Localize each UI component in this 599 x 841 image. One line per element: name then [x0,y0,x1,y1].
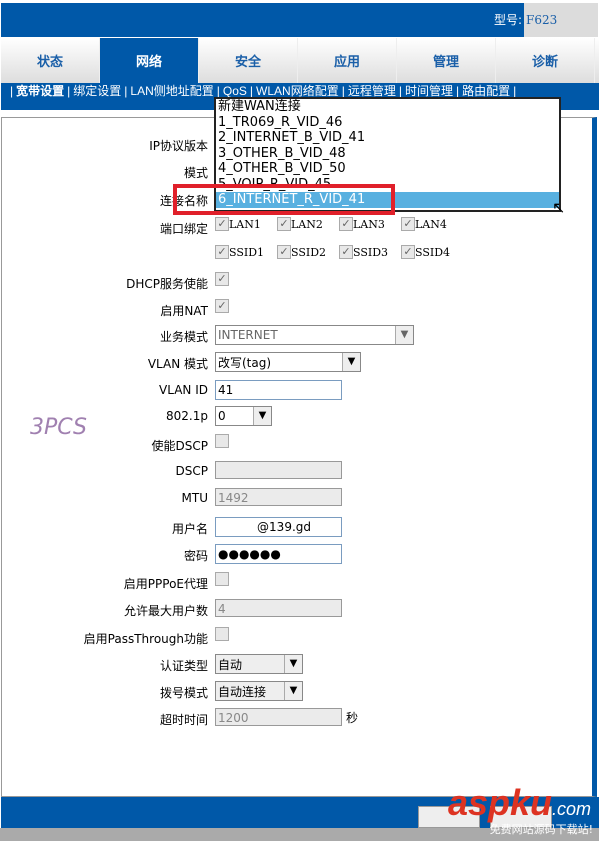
subnav-remote[interactable]: 远程管理 [348,84,396,98]
dhcp-checkbox[interactable]: ✓ [215,272,229,286]
subnav-broadband[interactable]: 宽带设置 [16,84,64,98]
dscp-label: DSCP [175,464,208,478]
lan2-checkbox[interactable]: ✓ LAN2 [277,217,335,231]
timeout-unit: 秒 [346,710,359,725]
max-users-label: 允许最大用户数 [123,604,208,618]
chevron-down-icon: ▼ [284,682,302,700]
tab-application[interactable]: 应用 [298,38,397,83]
watermark-slogan: 免费网站源码下载站! [489,823,593,836]
chevron-down-icon: ▼ [253,407,271,425]
tab-diagnosis[interactable]: 诊断 [496,38,595,83]
dropdown-option[interactable]: 新建WAN连接 [216,99,559,115]
auth-type-label: 认证类型 [159,659,208,673]
dropdown-option[interactable]: 1_TR069_R_VID_46 [216,115,559,131]
dial-mode-select[interactable]: 自动连接 ▼ [215,681,303,701]
tab-security[interactable]: 安全 [199,38,298,83]
8021p-label: 802.1p [166,409,208,423]
pppoe-proxy-label: 启用PPPoE代理 [123,577,208,591]
subnav-route[interactable]: 路由配置 [462,84,510,98]
nat-label: 启用NAT [160,304,208,318]
pppoe-proxy-checkbox[interactable] [215,572,229,586]
dscp-input[interactable] [215,461,342,479]
auth-type-select[interactable]: 自动 ▼ [215,654,303,674]
lan3-checkbox[interactable]: ✓ LAN3 [339,217,397,231]
mode-label: 模式 [183,166,208,180]
vlan-mode-label: VLAN 模式 [147,357,208,371]
chevron-down-icon: ▼ [395,326,413,344]
main-tabs: 状态 网络 安全 应用 管理 诊断 [1,38,599,83]
dhcp-label: DHCP服务使能 [126,277,208,291]
dropdown-option[interactable]: 2_INTERNET_B_VID_41 [216,130,559,146]
password-label: 密码 [183,549,208,563]
dial-mode-label: 拨号模式 [159,686,208,700]
port-bind-label: 端口绑定 [159,222,208,236]
tab-status[interactable]: 状态 [1,38,100,83]
tab-management[interactable]: 管理 [397,38,496,83]
dscp-enable-checkbox[interactable] [215,434,229,448]
subnav-time[interactable]: 时间管理 [405,84,453,98]
mtu-label: MTU [181,491,208,505]
timeout-input[interactable]: 1200 [215,708,342,726]
tab-network[interactable]: 网络 [100,38,199,83]
lan1-checkbox[interactable]: ✓ LAN1 [215,217,273,231]
vlan-id-label: VLAN ID [159,383,208,397]
nat-checkbox[interactable]: ✓ [215,299,229,313]
mouse-cursor-icon: ↖ [552,198,566,217]
ssid4-checkbox[interactable]: ✓ SSID4 [401,245,459,259]
dropdown-option[interactable]: 4_OTHER_B_VID_50 [216,161,559,177]
password-input[interactable]: ●●●●●● [215,544,342,564]
passthrough-label: 启用PassThrough功能 [83,632,208,646]
subnav-qos[interactable]: QoS [223,84,247,98]
ip-version-label: IP协议版本 [149,139,208,153]
ssid1-checkbox[interactable]: ✓ SSID1 [215,245,273,259]
chevron-down-icon: ▼ [284,655,302,673]
model-value: F623 [524,3,598,37]
model-label: 型号: [422,3,524,37]
passthrough-checkbox[interactable] [215,627,229,641]
subnav-wlan[interactable]: WLAN网络配置 [256,84,339,98]
username-input[interactable]: @139.gd [215,517,342,537]
8021p-select[interactable]: 0 ▼ [215,406,272,426]
model-info: 型号: F623 [422,3,598,37]
annotation-highlight-box [173,184,395,215]
vlan-id-input[interactable]: 41 [215,380,342,400]
dscp-enable-label: 使能DSCP [151,439,208,453]
dropdown-option[interactable]: 3_OTHER_B_VID_48 [216,146,559,162]
service-mode-label: 业务模式 [159,330,208,344]
username-label: 用户名 [171,522,208,536]
watermark-brand: aspku.com [447,782,591,823]
subnav-lan[interactable]: LAN侧地址配置 [130,84,213,98]
vlan-mode-select[interactable]: 改写(tag) ▼ [215,352,361,372]
ssid3-checkbox[interactable]: ✓ SSID3 [339,245,397,259]
chevron-down-icon: ▼ [342,353,360,371]
mtu-input[interactable]: 1492 [215,488,342,506]
service-mode-select[interactable]: INTERNET ▼ [215,325,414,345]
ssid2-checkbox[interactable]: ✓ SSID2 [277,245,335,259]
subnav-binding[interactable]: 绑定设置 [73,84,121,98]
timeout-label: 超时时间 [159,713,208,727]
lan4-checkbox[interactable]: ✓ LAN4 [401,217,459,231]
max-users-input[interactable]: 4 [215,599,342,617]
watermark-logo: 3PCS [30,415,87,440]
